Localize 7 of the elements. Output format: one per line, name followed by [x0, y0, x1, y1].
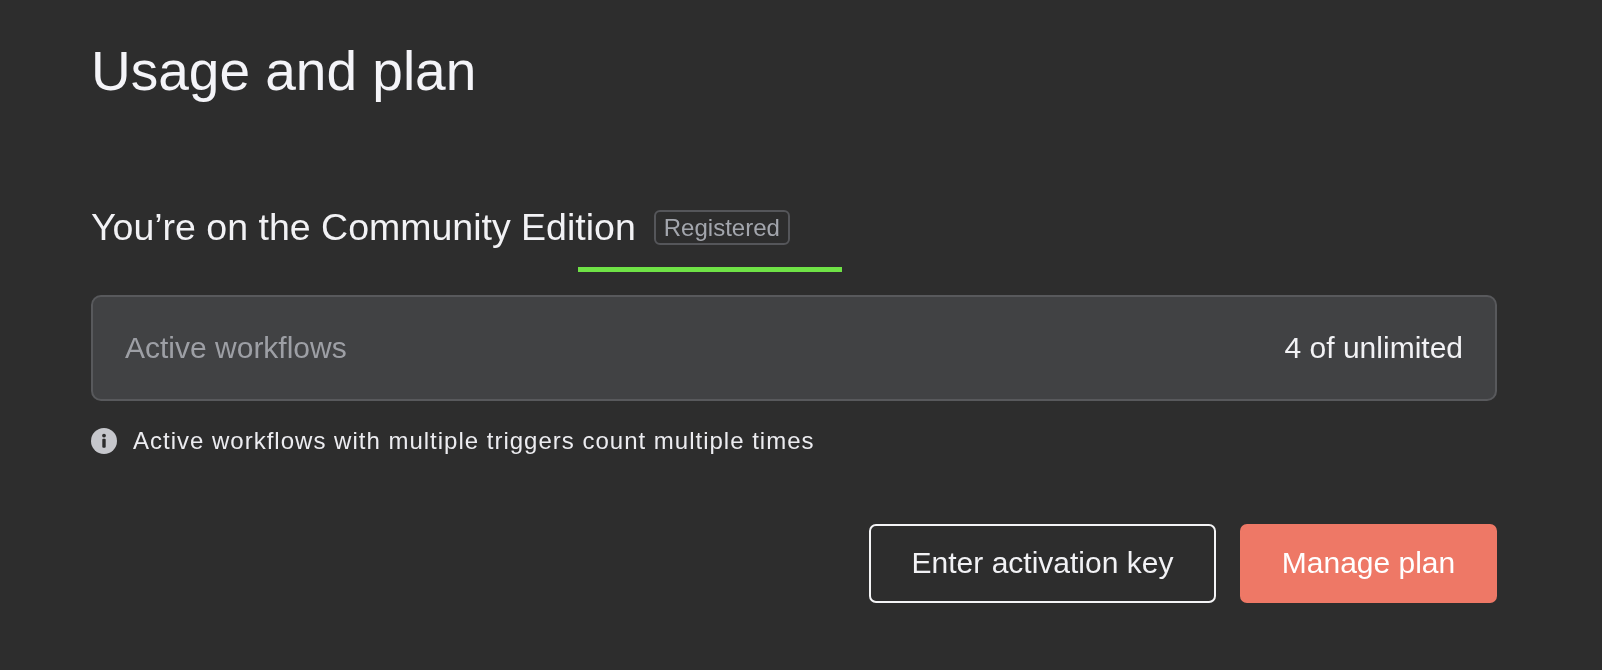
info-note: Active workflows with multiple triggers count multiple times: [133, 428, 815, 453]
usage-label: Active workflows: [125, 332, 347, 363]
activation-key-button[interactable]: Enter activation key: [869, 523, 1216, 603]
plan-heading: You’re on the Community Edition: [91, 209, 636, 247]
usage-value: 4 of unlimited: [1284, 332, 1463, 363]
plan-badge: Registered: [653, 210, 790, 246]
info-icon: [91, 427, 117, 454]
